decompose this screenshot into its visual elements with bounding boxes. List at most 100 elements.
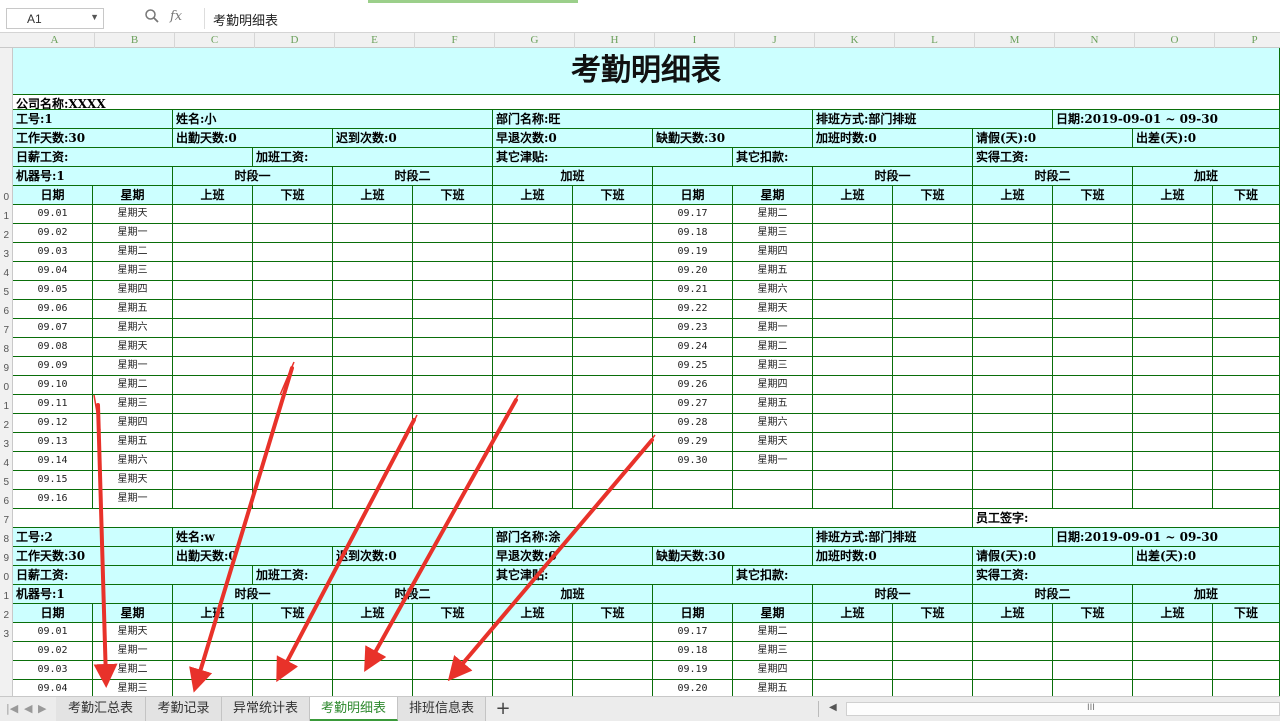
department-name[interactable]: 部门名称:涂 (493, 528, 813, 547)
attendance-cell[interactable] (893, 300, 973, 319)
leave-days[interactable]: 请假(天):0 (973, 129, 1133, 148)
attendance-cell[interactable] (333, 319, 413, 338)
period2-header[interactable]: 时段二 (333, 585, 493, 604)
day-weekday[interactable]: 星期一 (733, 319, 813, 338)
attendance-cell[interactable] (973, 452, 1053, 471)
late-count[interactable]: 迟到次数:0 (333, 547, 493, 566)
daily-wage[interactable]: 日薪工资: (13, 566, 253, 585)
subheader-date[interactable]: 日期 (13, 604, 93, 623)
attendance-cell[interactable] (1213, 243, 1280, 262)
attendance-cell[interactable] (813, 433, 893, 452)
row-number[interactable]: 3 (0, 435, 12, 454)
attendance-cell[interactable] (813, 319, 893, 338)
day-date[interactable]: 09.30 (653, 452, 733, 471)
day-weekday[interactable]: 星期天 (93, 338, 173, 357)
day-date[interactable]: 09.03 (13, 661, 93, 680)
day-date[interactable]: 09.20 (653, 262, 733, 281)
attendance-cell[interactable] (973, 224, 1053, 243)
attendance-cell[interactable] (573, 300, 653, 319)
shift-mode[interactable]: 排班方式:部门排班 (813, 528, 1053, 547)
attendance-cell[interactable] (253, 224, 333, 243)
day-weekday[interactable]: 星期三 (733, 642, 813, 661)
day-weekday[interactable]: 星期二 (733, 338, 813, 357)
attendance-cell[interactable] (973, 357, 1053, 376)
attendance-cell[interactable] (973, 262, 1053, 281)
day-weekday[interactable]: 星期五 (93, 433, 173, 452)
attendance-cell[interactable] (1213, 281, 1280, 300)
attendance-cell[interactable] (493, 262, 573, 281)
formula-input[interactable]: 考勤明细表 (204, 8, 1280, 29)
day-date[interactable]: 09.01 (13, 623, 93, 642)
horizontal-scrollbar[interactable]: III (846, 702, 1280, 716)
day-weekday[interactable]: 星期五 (733, 262, 813, 281)
work-days[interactable]: 工作天数:30 (13, 547, 173, 566)
date-range[interactable]: 日期:2019-09-01 ~ 09-30 (1053, 528, 1280, 547)
day-date[interactable]: 09.11 (13, 395, 93, 414)
attendance-cell[interactable] (1213, 414, 1280, 433)
overtime-hours[interactable]: 加班时数:0 (813, 129, 973, 148)
attendance-cell[interactable] (1053, 224, 1133, 243)
attendance-cell[interactable] (893, 319, 973, 338)
row-number[interactable]: 7 (0, 321, 12, 340)
attendance-cell[interactable] (333, 224, 413, 243)
day-weekday[interactable]: 星期一 (93, 642, 173, 661)
attendance-cell[interactable] (333, 281, 413, 300)
day-weekday[interactable]: 星期四 (93, 414, 173, 433)
fx-icon[interactable]: fx (170, 9, 182, 24)
attendance-cell[interactable] (893, 452, 973, 471)
actual-wage[interactable]: 实得工资: (973, 148, 1280, 167)
subheader-off[interactable]: 下班 (573, 186, 653, 205)
day-weekday[interactable]: 星期二 (93, 243, 173, 262)
attendance-cell[interactable] (413, 319, 493, 338)
period2-header[interactable]: 时段二 (333, 167, 493, 186)
attendance-cell[interactable] (1133, 319, 1213, 338)
attendance-cell[interactable] (813, 262, 893, 281)
attendance-cell[interactable] (973, 490, 1053, 509)
attendance-cell[interactable] (813, 414, 893, 433)
attendance-cell[interactable] (333, 300, 413, 319)
absent-days[interactable]: 缺勤天数:30 (653, 547, 813, 566)
attendance-cell[interactable] (493, 414, 573, 433)
attendance-cell[interactable] (1133, 243, 1213, 262)
other-allowance[interactable]: 其它津贴: (493, 566, 733, 585)
report-title[interactable]: 考勤明细表 (13, 48, 1280, 95)
attendance-cell[interactable] (493, 357, 573, 376)
attendance-cell[interactable] (1053, 642, 1133, 661)
day-date[interactable]: 09.05 (13, 281, 93, 300)
attendance-cell[interactable] (1213, 319, 1280, 338)
day-weekday[interactable]: 星期四 (733, 661, 813, 680)
attendance-cell[interactable] (333, 680, 413, 696)
attendance-cell[interactable] (973, 243, 1053, 262)
attendance-cell[interactable] (1053, 205, 1133, 224)
subheader-off[interactable]: 下班 (413, 186, 493, 205)
attendance-cell[interactable] (813, 205, 893, 224)
subheader-on[interactable]: 上班 (173, 186, 253, 205)
subheader-date[interactable]: 日期 (13, 186, 93, 205)
attendance-cell[interactable] (1053, 471, 1133, 490)
attendance-cell[interactable] (493, 623, 573, 642)
absent-days[interactable]: 缺勤天数:30 (653, 129, 813, 148)
attendance-cell[interactable] (173, 680, 253, 696)
attendance-cell[interactable] (973, 281, 1053, 300)
add-sheet-button[interactable]: + (492, 698, 514, 720)
column-header-c[interactable]: C (175, 33, 255, 48)
blank-row[interactable] (13, 509, 973, 528)
column-header-i[interactable]: I (655, 33, 735, 48)
attendance-cell[interactable] (653, 471, 733, 490)
sheet-tab-1[interactable]: 考勤汇总表 (56, 697, 146, 721)
attendance-cell[interactable] (493, 243, 573, 262)
row-number[interactable] (0, 644, 12, 663)
attendance-cell[interactable] (1213, 224, 1280, 243)
day-date[interactable]: 09.15 (13, 471, 93, 490)
attendance-cell[interactable] (1213, 395, 1280, 414)
day-weekday[interactable]: 星期天 (733, 300, 813, 319)
subheader-on[interactable]: 上班 (973, 604, 1053, 623)
attendance-cell[interactable] (173, 490, 253, 509)
attendance-cell[interactable] (973, 680, 1053, 696)
day-date[interactable]: 09.03 (13, 243, 93, 262)
attendance-cell[interactable] (893, 395, 973, 414)
work-days[interactable]: 工作天数:30 (13, 129, 173, 148)
column-header-n[interactable]: N (1055, 33, 1135, 48)
sheet-tab-4[interactable]: 考勤明细表 (310, 697, 398, 721)
attendance-cell[interactable] (1213, 471, 1280, 490)
